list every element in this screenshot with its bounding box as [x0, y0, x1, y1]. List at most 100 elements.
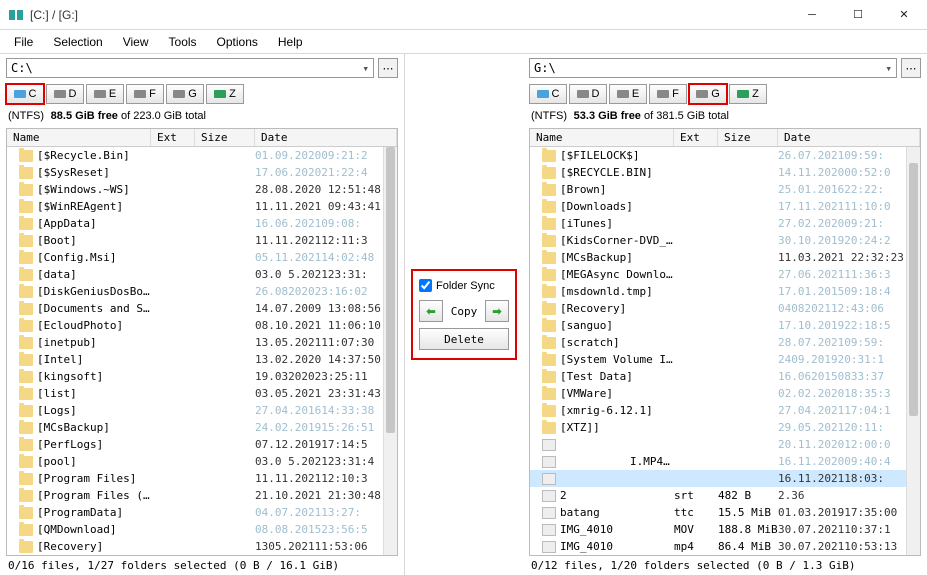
table-row[interactable]: [$WinREAgent]11.11.2021 09:43:41: [7, 198, 397, 215]
row-name: [XTZ]]: [560, 421, 674, 434]
table-row[interactable]: IMG_4010mp486.4 MiB30.07.202110:53:13: [530, 538, 920, 555]
table-row[interactable]: [KidsCorner-DVD_3]30.10.201920:24:2: [530, 232, 920, 249]
table-row[interactable]: [DiskGeniusDosBoot]26.08202023:16:02: [7, 283, 397, 300]
table-row[interactable]: [kingsoft]19.03202023:25:11: [7, 368, 397, 385]
table-row[interactable]: [ProgramData]04.07.202113:27:: [7, 504, 397, 521]
table-row[interactable]: [Intel]13.02.2020 14:37:50: [7, 351, 397, 368]
right-path-combo[interactable]: G:\: [529, 58, 897, 78]
table-row[interactable]: [AppData]16.06.202109:08:: [7, 215, 397, 232]
table-row[interactable]: [inetpub]13.05.202111:07:30: [7, 334, 397, 351]
table-row[interactable]: [System Volume Informati...2409.201920:3…: [530, 351, 920, 368]
close-button[interactable]: ✕: [881, 0, 927, 30]
table-row[interactable]: [scratch]28.07.202109:59:: [530, 334, 920, 351]
folder-sync-input[interactable]: [419, 279, 432, 292]
table-row[interactable]: [Program Files]11.11.202112:10:3: [7, 470, 397, 487]
left-drive-f[interactable]: F: [126, 84, 164, 104]
minimize-button[interactable]: ─: [789, 0, 835, 30]
drive-label: F: [672, 88, 679, 100]
col-size[interactable]: Size: [718, 129, 778, 146]
table-row[interactable]: batangttc15.5 MiB01.03.201917:35:00: [530, 504, 920, 521]
table-row[interactable]: [$RECYCLE.BIN]14.11.202000:52:0: [530, 164, 920, 181]
table-row[interactable]: [Brown]25.01.201622:22:: [530, 181, 920, 198]
table-row[interactable]: [data]03.0 5.202123:31:: [7, 266, 397, 283]
table-row[interactable]: [Boot]11.11.202112:11:3: [7, 232, 397, 249]
col-date[interactable]: Date: [778, 129, 920, 146]
right-drive-g[interactable]: G: [689, 84, 727, 104]
table-row[interactable]: IMG_4010MOV188.8 MiB30.07.202110:37:1: [530, 521, 920, 538]
table-row[interactable]: [MEGAsync Downloads]27.06.202111:36:3: [530, 266, 920, 283]
menu-file[interactable]: File: [4, 32, 43, 52]
folder-sync-checkbox[interactable]: Folder Sync: [419, 279, 509, 292]
gear-icon: ⋯: [383, 62, 394, 75]
col-ext[interactable]: Ext: [151, 129, 195, 146]
table-row[interactable]: [$Windows.~WS]28.08.2020 12:51:48: [7, 181, 397, 198]
table-row[interactable]: [list]03.05.2021 23:31:43: [7, 385, 397, 402]
right-path-config-button[interactable]: ⋯: [901, 58, 921, 78]
row-date: 14.11.202000:52:0: [778, 166, 920, 179]
table-row[interactable]: [XTZ]]29.05.202120:11:: [530, 419, 920, 436]
table-row[interactable]: [Recovery]0408202112:43:06: [530, 300, 920, 317]
left-drive-g[interactable]: G: [166, 84, 204, 104]
right-drive-f[interactable]: F: [649, 84, 687, 104]
table-row[interactable]: [xmrig-6.12.1]27.04.202117:04:1: [530, 402, 920, 419]
folder-icon: [542, 150, 556, 162]
col-size[interactable]: Size: [195, 129, 255, 146]
left-path-combo[interactable]: C:\: [6, 58, 374, 78]
table-row[interactable]: I.MP4.108...16.11.202009:40:4: [530, 453, 920, 470]
right-scrollbar[interactable]: [906, 147, 920, 555]
table-row[interactable]: [VMWare]02.02.202018:35:3: [530, 385, 920, 402]
table-row[interactable]: [$FILELOCK$]26.07.202109:59:: [530, 147, 920, 164]
right-drive-z[interactable]: Z: [729, 84, 767, 104]
col-name[interactable]: Name: [7, 129, 151, 146]
table-row[interactable]: [QMDownload]08.08.201523:56:5: [7, 521, 397, 538]
menu-options[interactable]: Options: [207, 32, 268, 52]
maximize-button[interactable]: ☐: [835, 0, 881, 30]
table-row[interactable]: [MCsBackup]11.03.2021 22:32:23: [530, 249, 920, 266]
menu-help[interactable]: Help: [268, 32, 313, 52]
row-date: 16.06.202109:08:: [255, 217, 397, 230]
copy-right-button[interactable]: ➡: [485, 300, 509, 322]
left-drive-z[interactable]: Z: [206, 84, 244, 104]
left-drive-e[interactable]: E: [86, 84, 124, 104]
table-row[interactable]: [Test Data]16.0620150833:37: [530, 368, 920, 385]
table-row[interactable]: [$SysReset]17.06.202021:22:4: [7, 164, 397, 181]
row-date: 03.0 5.202123:31:: [255, 268, 397, 281]
table-row[interactable]: [PerfLogs]07.12.201917:14:5: [7, 436, 397, 453]
row-date: 27.04.201614:33:38: [255, 404, 397, 417]
table-row[interactable]: 16.11.202118:03:: [530, 470, 920, 487]
menu-view[interactable]: View: [113, 32, 159, 52]
table-row[interactable]: [Recovery]1305.202111:53:06: [7, 538, 397, 555]
table-row[interactable]: [EcloudPhoto]08.10.2021 11:06:10: [7, 317, 397, 334]
col-ext[interactable]: Ext: [674, 129, 718, 146]
table-row[interactable]: [pool]03.0 5.202123:31:4: [7, 453, 397, 470]
table-row[interactable]: 20.11.202012:00:0: [530, 436, 920, 453]
left-drive-d[interactable]: D: [46, 84, 84, 104]
table-row[interactable]: [Logs]27.04.201614:33:38: [7, 402, 397, 419]
right-drive-c[interactable]: C: [529, 84, 567, 104]
left-path-config-button[interactable]: ⋯: [378, 58, 398, 78]
menu-selection[interactable]: Selection: [43, 32, 112, 52]
left-drive-c[interactable]: C: [6, 84, 44, 104]
table-row[interactable]: 2srt482 B2.36: [530, 487, 920, 504]
delete-button[interactable]: Delete: [419, 328, 509, 350]
table-row[interactable]: [sanguo]17.10.201922:18:5: [530, 317, 920, 334]
col-name[interactable]: Name: [530, 129, 674, 146]
table-row[interactable]: [iTunes]27.02.202009:21:: [530, 215, 920, 232]
right-drive-d[interactable]: D: [569, 84, 607, 104]
copy-left-button[interactable]: ⬅: [419, 300, 443, 322]
row-size: 15.5 MiB: [718, 506, 778, 519]
table-row[interactable]: [MCsBackup]24.02.201915:26:51: [7, 419, 397, 436]
table-row[interactable]: [Config.Msi]05.11.202114:02:48: [7, 249, 397, 266]
right-drive-e[interactable]: E: [609, 84, 647, 104]
col-date[interactable]: Date: [255, 129, 397, 146]
right-column-header[interactable]: Name Ext Size Date: [530, 129, 920, 147]
left-scrollbar[interactable]: [383, 147, 397, 555]
menu-tools[interactable]: Tools: [159, 32, 207, 52]
table-row[interactable]: [Documents and Settings]14.07.2009 13:08…: [7, 300, 397, 317]
table-row[interactable]: [msdownld.tmp]17.01.201509:18:4: [530, 283, 920, 300]
table-row[interactable]: [Program Files (x86)]21.10.2021 21:30:48: [7, 487, 397, 504]
row-date: 08.08.201523:56:5: [255, 523, 397, 536]
table-row[interactable]: [Downloads]17.11.202111:10:0: [530, 198, 920, 215]
table-row[interactable]: [$Recycle.Bin]01.09.202009:21:2: [7, 147, 397, 164]
left-column-header[interactable]: Name Ext Size Date: [7, 129, 397, 147]
